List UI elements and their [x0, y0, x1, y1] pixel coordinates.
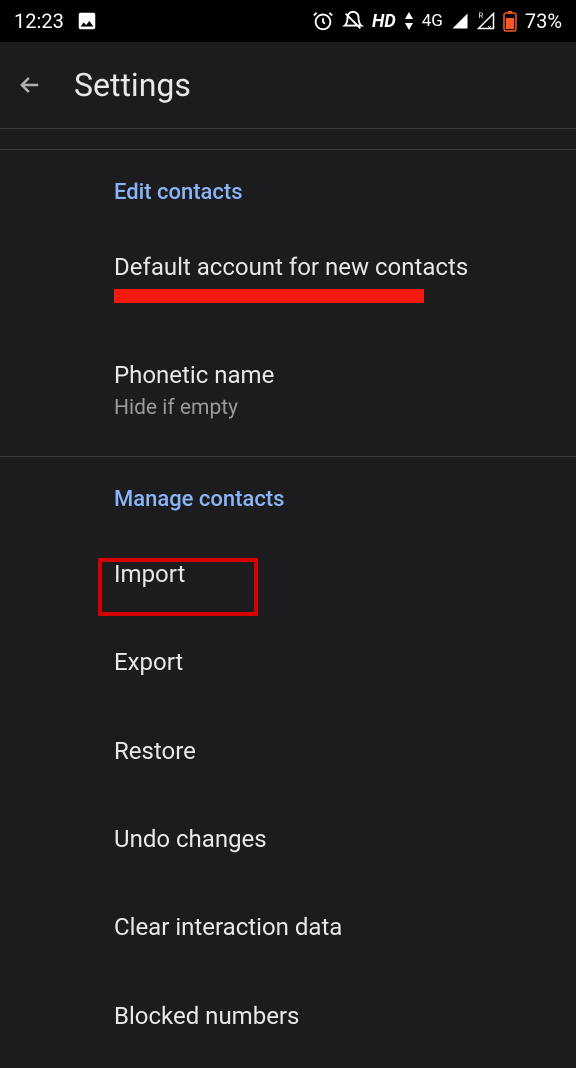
- dnd-icon: [342, 10, 364, 32]
- svg-text:R: R: [478, 12, 483, 20]
- import-label: Import: [114, 558, 576, 590]
- undo-label: Undo changes: [114, 823, 576, 855]
- section-manage-contacts: Manage contacts Import Export Restore Un…: [0, 457, 576, 1068]
- app-bar: Settings: [0, 42, 576, 128]
- signal-full-icon: [451, 12, 469, 30]
- hd-indicator: HD: [372, 11, 396, 32]
- redacted-email: [114, 289, 424, 303]
- signal-roaming-icon: R×: [477, 12, 495, 30]
- status-time: 12:23: [14, 9, 64, 33]
- battery-icon: [503, 10, 517, 32]
- default-account-label: Default account for new contacts: [114, 251, 576, 283]
- restore-item[interactable]: Restore: [0, 717, 576, 785]
- export-label: Export: [114, 646, 576, 678]
- network-indicator: 4G: [422, 11, 443, 31]
- export-item[interactable]: Export: [0, 628, 576, 696]
- section-header-manage: Manage contacts: [0, 487, 576, 540]
- status-bar: 12:23 HD 4G R× 73%: [0, 0, 576, 42]
- page-title: Settings: [74, 66, 191, 104]
- undo-changes-item[interactable]: Undo changes: [0, 805, 576, 873]
- clear-interaction-item[interactable]: Clear interaction data: [0, 893, 576, 961]
- clear-label: Clear interaction data: [114, 911, 576, 943]
- image-icon: [76, 10, 98, 32]
- blocked-numbers-item[interactable]: Blocked numbers: [0, 982, 576, 1050]
- alarm-icon: [312, 10, 334, 32]
- phonetic-label: Phonetic name: [114, 359, 576, 391]
- phonetic-name-item[interactable]: Phonetic name Hide if empty: [0, 341, 576, 437]
- section-edit-contacts: Edit contacts Default account for new co…: [0, 150, 576, 456]
- restore-label: Restore: [114, 735, 576, 767]
- default-account-item[interactable]: Default account for new contacts: [0, 233, 576, 321]
- back-button[interactable]: [16, 71, 44, 99]
- blocked-label: Blocked numbers: [114, 1000, 576, 1032]
- phonetic-sub: Hide if empty: [114, 396, 576, 420]
- import-item[interactable]: Import: [0, 540, 576, 608]
- data-arrows-icon: [404, 12, 414, 30]
- svg-text:×: ×: [487, 23, 491, 30]
- section-header-edit: Edit contacts: [0, 180, 576, 233]
- battery-percent: 73%: [525, 9, 562, 33]
